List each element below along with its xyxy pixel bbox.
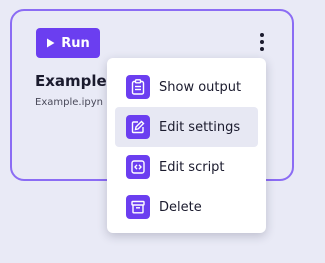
more-options-icon[interactable] [256, 31, 268, 53]
menu-item-label: Edit settings [159, 119, 241, 135]
card-filename: Example.ipyn [35, 97, 103, 108]
menu-item-label: Show output [159, 79, 242, 95]
play-icon [47, 38, 55, 48]
clipboard-icon [126, 75, 150, 99]
dot [260, 40, 264, 44]
menu-item-edit-settings[interactable]: Edit settings [115, 107, 258, 147]
menu-item-show-output[interactable]: Show output [115, 67, 258, 107]
menu-item-delete[interactable]: Delete [115, 187, 258, 227]
run-button-label: Run [61, 35, 90, 51]
menu-item-edit-script[interactable]: Edit script [115, 147, 258, 187]
menu-item-label: Edit script [159, 159, 225, 175]
run-button[interactable]: Run [36, 28, 100, 58]
code-icon [126, 155, 150, 179]
menu-item-label: Delete [159, 199, 202, 215]
archive-icon [126, 195, 150, 219]
dot [260, 47, 264, 51]
edit-icon [126, 115, 150, 139]
dot [260, 33, 264, 37]
context-menu: Show output Edit settings Edit script De… [107, 58, 266, 233]
card-title: Example [35, 72, 107, 90]
